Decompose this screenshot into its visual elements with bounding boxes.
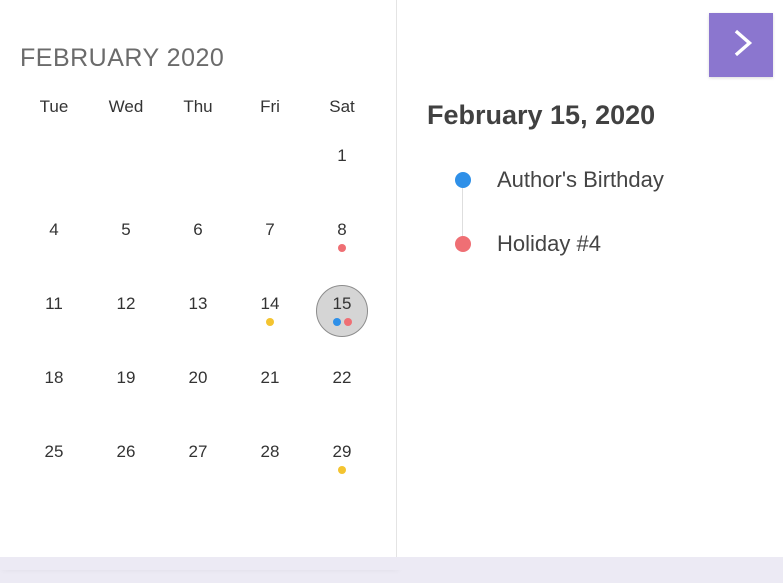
event-item[interactable]: Author's Birthday <box>455 167 753 193</box>
day-cell-22[interactable]: 22 <box>306 355 378 429</box>
day-cell-18[interactable]: 18 <box>18 355 90 429</box>
event-dot-red <box>338 244 346 252</box>
day-cell-13[interactable]: 13 <box>162 281 234 355</box>
weekday-label: Tue <box>18 91 90 123</box>
event-color-dot <box>455 172 471 188</box>
day-cell-29[interactable]: 29 <box>306 429 378 503</box>
day-cell-27[interactable]: 27 <box>162 429 234 503</box>
day-cell-1[interactable]: 1 <box>306 133 378 207</box>
day-cell-15[interactable]: 15 <box>306 281 378 355</box>
day-number: 5 <box>121 221 130 238</box>
event-dot-yellow <box>338 466 346 474</box>
day-number: 27 <box>189 443 208 460</box>
day-cell-4[interactable]: 4 <box>18 207 90 281</box>
day-number: 20 <box>189 369 208 386</box>
day-number: 1 <box>337 147 346 164</box>
month-title: FEBRUARY 2020 <box>20 44 378 73</box>
day-cell-7[interactable]: 7 <box>234 207 306 281</box>
event-dot-blue <box>333 318 341 326</box>
day-cell-empty <box>18 133 90 207</box>
event-color-dot <box>455 236 471 252</box>
day-number: 4 <box>49 221 58 238</box>
day-cell-21[interactable]: 21 <box>234 355 306 429</box>
day-number: 26 <box>117 443 136 460</box>
event-title: Holiday #4 <box>497 231 601 257</box>
day-number: 25 <box>45 443 64 460</box>
day-number: 7 <box>265 221 274 238</box>
event-indicators <box>338 466 346 474</box>
day-cell-empty <box>234 133 306 207</box>
day-number: 15 <box>333 295 352 312</box>
day-number: 28 <box>261 443 280 460</box>
day-number: 12 <box>117 295 136 312</box>
weekday-label: Thu <box>162 91 234 123</box>
weekday-label: Fri <box>234 91 306 123</box>
detail-date: February 15, 2020 <box>427 100 753 131</box>
bottom-border <box>0 557 783 570</box>
calendar-panel: FEBRUARY 2020 Tue Wed Thu Fri Sat 145678… <box>0 0 397 570</box>
weekday-label: Wed <box>90 91 162 123</box>
next-button[interactable] <box>709 13 773 77</box>
days-grid: 145678111213141518192021222526272829 <box>18 133 378 503</box>
day-cell-14[interactable]: 14 <box>234 281 306 355</box>
day-cell-empty <box>90 133 162 207</box>
event-indicators <box>266 318 274 326</box>
day-number: 18 <box>45 369 64 386</box>
day-number: 13 <box>189 295 208 312</box>
event-item[interactable]: Holiday #4 <box>455 231 753 257</box>
day-number: 14 <box>261 295 280 312</box>
event-title: Author's Birthday <box>497 167 664 193</box>
day-cell-12[interactable]: 12 <box>90 281 162 355</box>
day-number: 11 <box>45 295 63 312</box>
weekday-header: Tue Wed Thu Fri Sat <box>18 91 378 123</box>
day-cell-8[interactable]: 8 <box>306 207 378 281</box>
day-cell-20[interactable]: 20 <box>162 355 234 429</box>
day-cell-6[interactable]: 6 <box>162 207 234 281</box>
day-number: 6 <box>193 221 202 238</box>
day-cell-5[interactable]: 5 <box>90 207 162 281</box>
day-cell-empty <box>162 133 234 207</box>
chevron-right-icon <box>724 26 758 65</box>
day-cell-26[interactable]: 26 <box>90 429 162 503</box>
detail-panel: February 15, 2020 Author's Birthday Holid… <box>397 0 783 570</box>
day-number: 29 <box>333 443 352 460</box>
event-indicators <box>338 244 346 252</box>
day-number: 19 <box>117 369 136 386</box>
event-indicators <box>333 318 352 326</box>
day-cell-11[interactable]: 11 <box>18 281 90 355</box>
calendar-app: FEBRUARY 2020 Tue Wed Thu Fri Sat 145678… <box>0 0 783 570</box>
day-cell-19[interactable]: 19 <box>90 355 162 429</box>
day-cell-28[interactable]: 28 <box>234 429 306 503</box>
event-list: Author's Birthday Holiday #4 <box>427 167 753 257</box>
weekday-label: Sat <box>306 91 378 123</box>
day-cell-25[interactable]: 25 <box>18 429 90 503</box>
day-number: 21 <box>261 369 280 386</box>
day-number: 8 <box>337 221 346 238</box>
event-dot-yellow <box>266 318 274 326</box>
day-number: 22 <box>333 369 352 386</box>
event-dot-red <box>344 318 352 326</box>
